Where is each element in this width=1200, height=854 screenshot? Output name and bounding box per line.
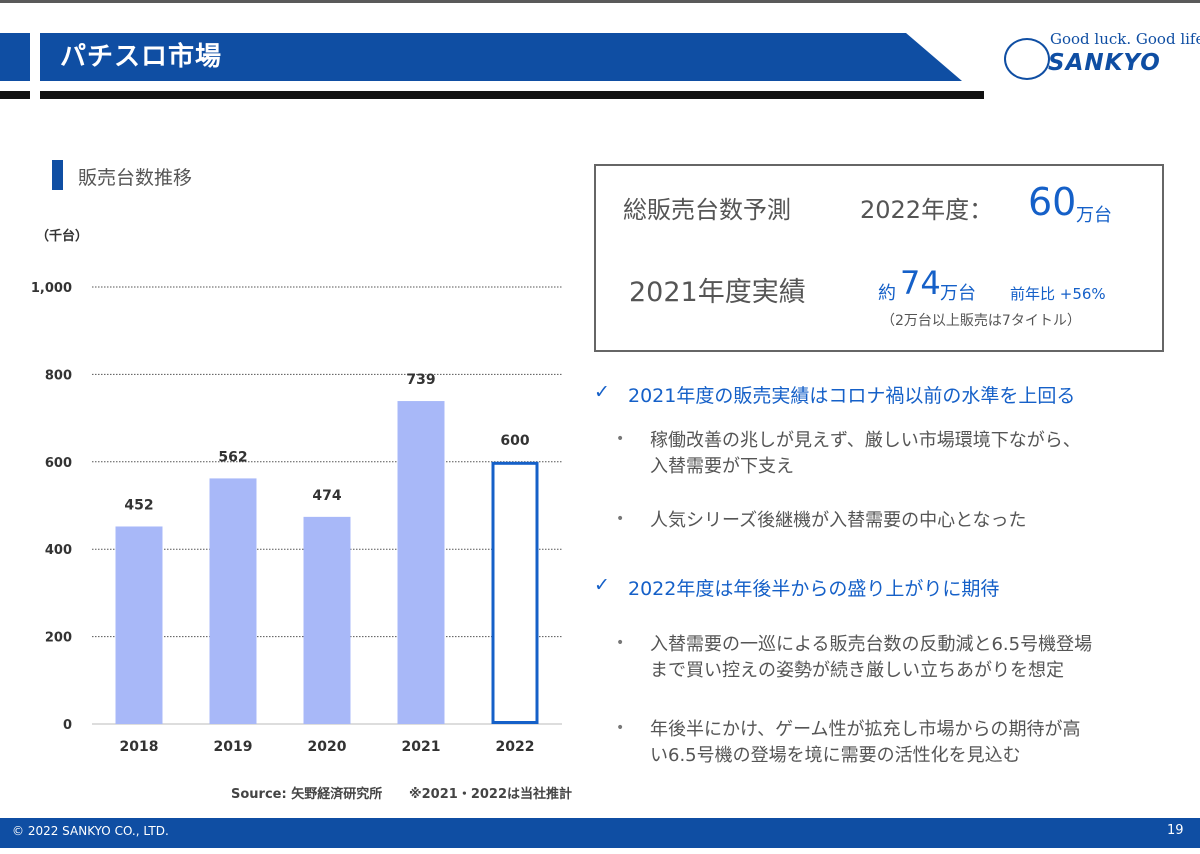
point-2-title: 2022年度は年後半からの盛り上がりに期待 [628, 578, 1000, 600]
page-title: パチスロ市場 [60, 42, 223, 72]
chart-note: ※2021・2022は当社推計 [409, 786, 572, 802]
bar-value-label: 600 [500, 433, 529, 449]
point-2-bullet-1-line-1: 入替需要の一巡による販売台数の反動減と6.5号機登場 [650, 634, 1093, 655]
bar-value-label: 739 [406, 372, 435, 388]
y-tick-label: 600 [45, 456, 72, 471]
sales-volume-bar-chart: （千台） 0 200 400 600 800 1,000 452 2018 562 2019 47… [31, 228, 572, 802]
bar [209, 478, 257, 724]
point-1-check-icon: ✓ [594, 381, 610, 403]
y-tick-label: 1,000 [31, 281, 72, 296]
logo-wordmark: SANKYO [1048, 50, 1161, 76]
bar-value-label: 562 [218, 449, 247, 465]
actual-prefix: 約 [878, 283, 896, 304]
y-tick-label: 0 [63, 718, 72, 733]
actual-note: （2万台以上販売は7タイトル） [881, 313, 1081, 329]
header-underline-left [0, 91, 30, 99]
bar [397, 401, 445, 724]
y-tick-label: 200 [45, 631, 72, 646]
bullet-dot-icon: • [616, 720, 625, 736]
bar-value-label: 452 [124, 497, 153, 513]
copyright: © 2022 SANKYO CO., LTD. [12, 824, 169, 838]
point-1-bullet-1-line-1: 稼働改善の兆しが見えず、厳しい市場環境下ながら、 [650, 430, 1081, 451]
logo-emblem-icon [1004, 38, 1050, 80]
point-1-bullet-1-line-2: 入替需要が下支え [650, 456, 794, 477]
x-tick-label: 2018 [120, 739, 159, 755]
bullet-dot-icon: • [616, 635, 625, 651]
point-2-bullet-2-line-1: 年後半にかけ、ゲーム性が拡充し市場からの期待が高 [650, 719, 1081, 740]
footer-bar [0, 818, 1200, 848]
bullet-dot-icon: • [616, 431, 625, 447]
point-2-bullet-1-line-2: まで買い控えの姿勢が続き厳しい立ちあがりを想定 [650, 660, 1064, 681]
x-tick-label: 2022 [496, 739, 535, 755]
header-underline [40, 91, 984, 99]
bar [115, 526, 163, 724]
point-2-bullet-2-line-2: い6.5号機の登場を境に需要の活性化を見込む [650, 745, 1021, 766]
chart-section-title: 販売台数推移 [78, 167, 193, 189]
bullet-dot-icon: • [616, 511, 625, 527]
y-tick-label: 800 [45, 368, 72, 383]
section-marker [52, 160, 63, 190]
y-tick-label: 400 [45, 543, 72, 558]
actual-label: 2021年度実績 [629, 277, 806, 308]
chart-source: Source: 矢野経済研究所 [231, 786, 382, 802]
bar-value-label: 474 [312, 488, 341, 504]
page-number: 19 [1167, 823, 1184, 838]
logo-tagline: Good luck. Good life. [1050, 30, 1200, 48]
actual-value: 74 [900, 264, 941, 302]
forecast-unit: 万台 [1076, 205, 1112, 226]
point-1-bullet-2: 人気シリーズ後継機が入替需要の中心となった [650, 510, 1027, 531]
x-tick-label: 2020 [308, 739, 347, 755]
point-1-title: 2021年度の販売実績はコロナ禍以前の水準を上回る [628, 385, 1076, 407]
x-tick-label: 2021 [402, 739, 441, 755]
actual-yoy: 前年比 +56% [1010, 285, 1106, 303]
forecast-label: 総販売台数予測 [623, 196, 791, 224]
top-rule [0, 0, 1200, 3]
bar-forecast [491, 461, 539, 725]
x-tick-label: 2019 [214, 739, 253, 755]
bar [303, 516, 351, 724]
actual-unit: 万台 [940, 283, 976, 304]
point-2-check-icon: ✓ [594, 574, 610, 596]
y-axis-unit-label: （千台） [36, 228, 88, 244]
forecast-value: 60 [1028, 180, 1077, 224]
header-accent-block [0, 33, 30, 81]
forecast-year: 2022年度： [860, 196, 994, 224]
